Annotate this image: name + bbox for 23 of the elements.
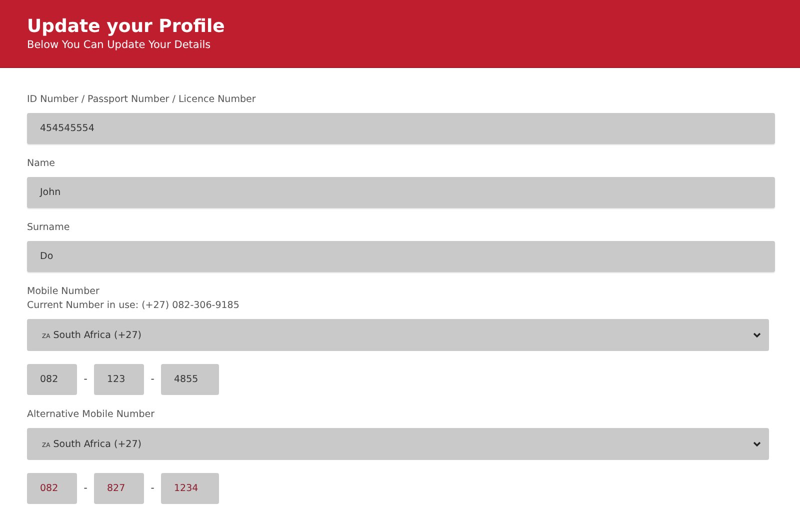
field-label: Mobile Number [27,285,100,299]
dash-separator: - [82,374,88,385]
phone-part-field[interactable]: 082 [27,473,77,504]
field-label: Alternative Mobile Number [27,408,156,422]
field-label: Name [27,157,56,171]
dash-separator: - [82,483,88,494]
input-field[interactable]: 454545554 [27,113,775,144]
field-label: ID Number / Passport Number / Licence Number [27,93,257,107]
phone-part-field[interactable]: 123 [94,364,144,395]
dash-separator: - [150,483,156,494]
chevron-down-icon [753,441,761,447]
phone-part-field[interactable]: 082 [27,364,77,395]
chevron-down-icon [753,332,761,338]
input-field[interactable]: John [27,177,775,208]
phone-part-field[interactable]: 1234 [161,473,219,504]
input-field[interactable]: Do [27,241,775,272]
page-subtitle: Below You Can Update Your Details [27,38,212,52]
page-title: Update your Profile [27,16,226,38]
phone-part-field[interactable]: 4855 [161,364,219,395]
dash-separator: - [150,374,156,385]
field-label: Surname [27,221,71,235]
current-number-note: Current Number in use: (+27) 082-306-9185 [27,299,240,313]
phone-part-field[interactable]: 827 [94,473,144,504]
